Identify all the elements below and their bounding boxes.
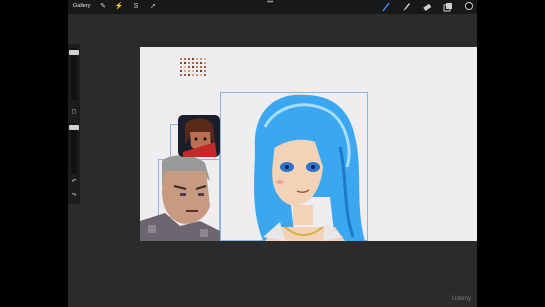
opacity-slider[interactable] — [71, 124, 77, 174]
udemy-watermark: Udemy — [451, 296, 471, 302]
top-toolbar: Gallery ✎ ⚡ S ➚ ••• — [68, 0, 477, 14]
palette-swatch — [204, 58, 206, 60]
brush-size-handle[interactable] — [69, 50, 79, 55]
palette-swatch — [200, 74, 202, 76]
small-character-avatar — [178, 115, 220, 157]
palette-swatch — [180, 58, 182, 60]
palette-swatch — [188, 74, 190, 76]
palette-swatch — [196, 74, 198, 76]
wrench-icon[interactable]: ✎ — [98, 2, 108, 12]
palette-swatch — [180, 66, 182, 68]
redo-button[interactable]: ↷ — [70, 192, 78, 200]
palette-swatch — [196, 70, 198, 72]
palette-swatch — [188, 70, 190, 72]
procreate-app: Gallery ✎ ⚡ S ➚ ••• ◻ ↶ ↷ Udemy — [68, 0, 477, 307]
brush-icon[interactable] — [381, 2, 391, 12]
palette-swatch — [192, 58, 194, 60]
palette-swatch — [200, 62, 202, 64]
selection-icon[interactable]: S — [131, 2, 141, 12]
palette-swatch — [204, 74, 206, 76]
palette-swatch — [188, 58, 190, 60]
color-palette-swatches — [180, 58, 210, 82]
palette-swatch — [192, 66, 194, 68]
palette-swatch — [204, 62, 206, 64]
modify-button[interactable]: ◻ — [70, 108, 78, 116]
palette-swatch — [196, 62, 198, 64]
palette-swatch — [192, 70, 194, 72]
palette-swatch — [200, 66, 202, 68]
brush-size-slider[interactable] — [71, 48, 77, 100]
blue-hair-girl-artwork — [254, 94, 365, 241]
palette-swatch — [204, 66, 206, 68]
palette-swatch — [184, 74, 186, 76]
layers-icon[interactable] — [443, 2, 453, 12]
palette-swatch — [200, 70, 202, 72]
color-picker[interactable] — [465, 2, 473, 10]
palette-swatch — [200, 58, 202, 60]
palette-swatch — [196, 66, 198, 68]
magic-wand-icon[interactable]: ⚡ — [114, 2, 124, 12]
undo-button[interactable]: ↶ — [70, 178, 78, 186]
more-menu-icon[interactable]: ••• — [267, 0, 273, 6]
drawing-canvas[interactable] — [140, 47, 477, 241]
palette-swatch — [180, 74, 182, 76]
palette-swatch — [180, 62, 182, 64]
palette-swatch — [188, 62, 190, 64]
palette-swatch — [184, 58, 186, 60]
palette-swatch — [192, 74, 194, 76]
smudge-icon[interactable] — [401, 2, 411, 12]
eraser-icon[interactable] — [422, 2, 432, 12]
palette-swatch — [196, 58, 198, 60]
opacity-handle[interactable] — [69, 125, 79, 130]
palette-swatch — [192, 62, 194, 64]
left-sidebar: ◻ ↶ ↷ — [68, 44, 80, 204]
palette-swatch — [184, 62, 186, 64]
palette-swatch — [184, 70, 186, 72]
palette-swatch — [188, 66, 190, 68]
transform-icon[interactable]: ➚ — [148, 2, 158, 12]
palette-swatch — [180, 70, 182, 72]
palette-swatch — [184, 66, 186, 68]
palette-swatch — [204, 70, 206, 72]
warrior-portrait-artwork — [140, 155, 220, 241]
gallery-button[interactable]: Gallery — [73, 3, 90, 9]
